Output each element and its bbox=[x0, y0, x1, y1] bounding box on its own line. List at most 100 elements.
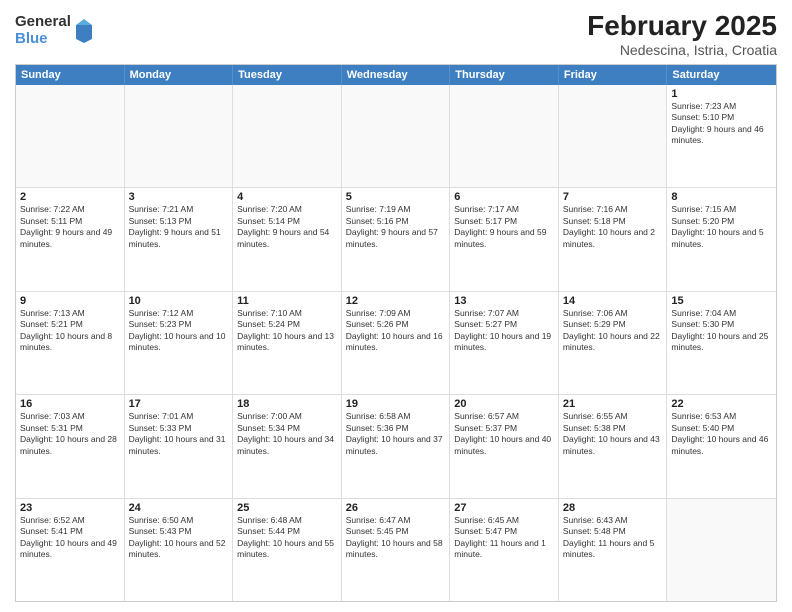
day-info: Sunrise: 6:53 AM Sunset: 5:40 PM Dayligh… bbox=[671, 411, 772, 457]
day-info: Sunrise: 6:50 AM Sunset: 5:43 PM Dayligh… bbox=[129, 515, 229, 561]
day-info: Sunrise: 7:10 AM Sunset: 5:24 PM Dayligh… bbox=[237, 308, 337, 354]
day-info: Sunrise: 7:16 AM Sunset: 5:18 PM Dayligh… bbox=[563, 204, 663, 250]
weekday-header: Monday bbox=[125, 65, 234, 85]
day-number: 18 bbox=[237, 398, 337, 410]
day-info: Sunrise: 7:23 AM Sunset: 5:10 PM Dayligh… bbox=[671, 101, 772, 147]
day-number: 5 bbox=[346, 191, 446, 203]
day-info: Sunrise: 7:15 AM Sunset: 5:20 PM Dayligh… bbox=[671, 204, 772, 250]
day-info: Sunrise: 7:13 AM Sunset: 5:21 PM Dayligh… bbox=[20, 308, 120, 354]
calendar-cell: 1Sunrise: 7:23 AM Sunset: 5:10 PM Daylig… bbox=[667, 85, 776, 187]
day-number: 1 bbox=[671, 88, 772, 100]
day-number: 6 bbox=[454, 191, 554, 203]
logo: General Blue bbox=[15, 14, 94, 47]
calendar-row: 2Sunrise: 7:22 AM Sunset: 5:11 PM Daylig… bbox=[16, 187, 776, 290]
calendar-cell: 22Sunrise: 6:53 AM Sunset: 5:40 PM Dayli… bbox=[667, 395, 776, 497]
calendar-cell: 21Sunrise: 6:55 AM Sunset: 5:38 PM Dayli… bbox=[559, 395, 668, 497]
day-number: 7 bbox=[563, 191, 663, 203]
logo-icon bbox=[74, 19, 94, 43]
calendar-cell: 28Sunrise: 6:43 AM Sunset: 5:48 PM Dayli… bbox=[559, 499, 668, 601]
day-number: 14 bbox=[563, 295, 663, 307]
day-info: Sunrise: 7:22 AM Sunset: 5:11 PM Dayligh… bbox=[20, 204, 120, 250]
day-number: 25 bbox=[237, 502, 337, 514]
day-number: 9 bbox=[20, 295, 120, 307]
day-info: Sunrise: 7:20 AM Sunset: 5:14 PM Dayligh… bbox=[237, 204, 337, 250]
calendar-body: 1Sunrise: 7:23 AM Sunset: 5:10 PM Daylig… bbox=[16, 85, 776, 601]
calendar-row: 23Sunrise: 6:52 AM Sunset: 5:41 PM Dayli… bbox=[16, 498, 776, 601]
day-number: 26 bbox=[346, 502, 446, 514]
day-info: Sunrise: 6:48 AM Sunset: 5:44 PM Dayligh… bbox=[237, 515, 337, 561]
day-number: 13 bbox=[454, 295, 554, 307]
calendar-cell: 18Sunrise: 7:00 AM Sunset: 5:34 PM Dayli… bbox=[233, 395, 342, 497]
day-info: Sunrise: 6:52 AM Sunset: 5:41 PM Dayligh… bbox=[20, 515, 120, 561]
day-number: 15 bbox=[671, 295, 772, 307]
calendar-row: 9Sunrise: 7:13 AM Sunset: 5:21 PM Daylig… bbox=[16, 291, 776, 394]
calendar-cell: 9Sunrise: 7:13 AM Sunset: 5:21 PM Daylig… bbox=[16, 292, 125, 394]
day-number: 22 bbox=[671, 398, 772, 410]
calendar-cell: 5Sunrise: 7:19 AM Sunset: 5:16 PM Daylig… bbox=[342, 188, 451, 290]
calendar-cell bbox=[450, 85, 559, 187]
calendar-cell: 7Sunrise: 7:16 AM Sunset: 5:18 PM Daylig… bbox=[559, 188, 668, 290]
calendar-cell: 23Sunrise: 6:52 AM Sunset: 5:41 PM Dayli… bbox=[16, 499, 125, 601]
day-number: 8 bbox=[671, 191, 772, 203]
day-number: 11 bbox=[237, 295, 337, 307]
day-info: Sunrise: 7:19 AM Sunset: 5:16 PM Dayligh… bbox=[346, 204, 446, 250]
logo-general: General bbox=[15, 14, 71, 31]
day-number: 16 bbox=[20, 398, 120, 410]
page: General Blue February 2025 Nedescina, Is… bbox=[0, 0, 792, 612]
day-info: Sunrise: 7:03 AM Sunset: 5:31 PM Dayligh… bbox=[20, 411, 120, 457]
day-info: Sunrise: 6:57 AM Sunset: 5:37 PM Dayligh… bbox=[454, 411, 554, 457]
calendar-header: SundayMondayTuesdayWednesdayThursdayFrid… bbox=[16, 65, 776, 85]
day-info: Sunrise: 6:47 AM Sunset: 5:45 PM Dayligh… bbox=[346, 515, 446, 561]
calendar-cell bbox=[342, 85, 451, 187]
calendar-row: 1Sunrise: 7:23 AM Sunset: 5:10 PM Daylig… bbox=[16, 85, 776, 187]
day-number: 3 bbox=[129, 191, 229, 203]
calendar-cell: 11Sunrise: 7:10 AM Sunset: 5:24 PM Dayli… bbox=[233, 292, 342, 394]
calendar-cell bbox=[125, 85, 234, 187]
calendar-cell bbox=[559, 85, 668, 187]
calendar-cell: 27Sunrise: 6:45 AM Sunset: 5:47 PM Dayli… bbox=[450, 499, 559, 601]
title-block: February 2025 Nedescina, Istria, Croatia bbox=[587, 10, 777, 58]
day-number: 24 bbox=[129, 502, 229, 514]
day-number: 19 bbox=[346, 398, 446, 410]
weekday-header: Thursday bbox=[450, 65, 559, 85]
day-number: 10 bbox=[129, 295, 229, 307]
day-info: Sunrise: 7:09 AM Sunset: 5:26 PM Dayligh… bbox=[346, 308, 446, 354]
calendar-cell bbox=[667, 499, 776, 601]
calendar: SundayMondayTuesdayWednesdayThursdayFrid… bbox=[15, 64, 777, 602]
calendar-cell bbox=[16, 85, 125, 187]
calendar-cell: 26Sunrise: 6:47 AM Sunset: 5:45 PM Dayli… bbox=[342, 499, 451, 601]
calendar-cell: 10Sunrise: 7:12 AM Sunset: 5:23 PM Dayli… bbox=[125, 292, 234, 394]
calendar-cell: 25Sunrise: 6:48 AM Sunset: 5:44 PM Dayli… bbox=[233, 499, 342, 601]
header: General Blue February 2025 Nedescina, Is… bbox=[15, 10, 777, 58]
weekday-header: Tuesday bbox=[233, 65, 342, 85]
day-number: 28 bbox=[563, 502, 663, 514]
day-number: 17 bbox=[129, 398, 229, 410]
day-info: Sunrise: 6:58 AM Sunset: 5:36 PM Dayligh… bbox=[346, 411, 446, 457]
subtitle: Nedescina, Istria, Croatia bbox=[587, 42, 777, 58]
day-number: 21 bbox=[563, 398, 663, 410]
calendar-cell: 19Sunrise: 6:58 AM Sunset: 5:36 PM Dayli… bbox=[342, 395, 451, 497]
calendar-cell: 8Sunrise: 7:15 AM Sunset: 5:20 PM Daylig… bbox=[667, 188, 776, 290]
day-info: Sunrise: 7:07 AM Sunset: 5:27 PM Dayligh… bbox=[454, 308, 554, 354]
logo-text: General Blue bbox=[15, 14, 71, 47]
day-number: 2 bbox=[20, 191, 120, 203]
weekday-header: Wednesday bbox=[342, 65, 451, 85]
main-title: February 2025 bbox=[587, 10, 777, 42]
day-info: Sunrise: 6:55 AM Sunset: 5:38 PM Dayligh… bbox=[563, 411, 663, 457]
day-info: Sunrise: 6:45 AM Sunset: 5:47 PM Dayligh… bbox=[454, 515, 554, 561]
day-info: Sunrise: 7:04 AM Sunset: 5:30 PM Dayligh… bbox=[671, 308, 772, 354]
day-info: Sunrise: 7:01 AM Sunset: 5:33 PM Dayligh… bbox=[129, 411, 229, 457]
weekday-header: Sunday bbox=[16, 65, 125, 85]
day-info: Sunrise: 7:21 AM Sunset: 5:13 PM Dayligh… bbox=[129, 204, 229, 250]
day-number: 4 bbox=[237, 191, 337, 203]
calendar-cell: 16Sunrise: 7:03 AM Sunset: 5:31 PM Dayli… bbox=[16, 395, 125, 497]
weekday-header: Friday bbox=[559, 65, 668, 85]
calendar-cell: 6Sunrise: 7:17 AM Sunset: 5:17 PM Daylig… bbox=[450, 188, 559, 290]
calendar-cell: 17Sunrise: 7:01 AM Sunset: 5:33 PM Dayli… bbox=[125, 395, 234, 497]
calendar-cell: 12Sunrise: 7:09 AM Sunset: 5:26 PM Dayli… bbox=[342, 292, 451, 394]
day-info: Sunrise: 7:17 AM Sunset: 5:17 PM Dayligh… bbox=[454, 204, 554, 250]
day-info: Sunrise: 7:00 AM Sunset: 5:34 PM Dayligh… bbox=[237, 411, 337, 457]
day-info: Sunrise: 7:06 AM Sunset: 5:29 PM Dayligh… bbox=[563, 308, 663, 354]
calendar-cell: 3Sunrise: 7:21 AM Sunset: 5:13 PM Daylig… bbox=[125, 188, 234, 290]
day-number: 27 bbox=[454, 502, 554, 514]
